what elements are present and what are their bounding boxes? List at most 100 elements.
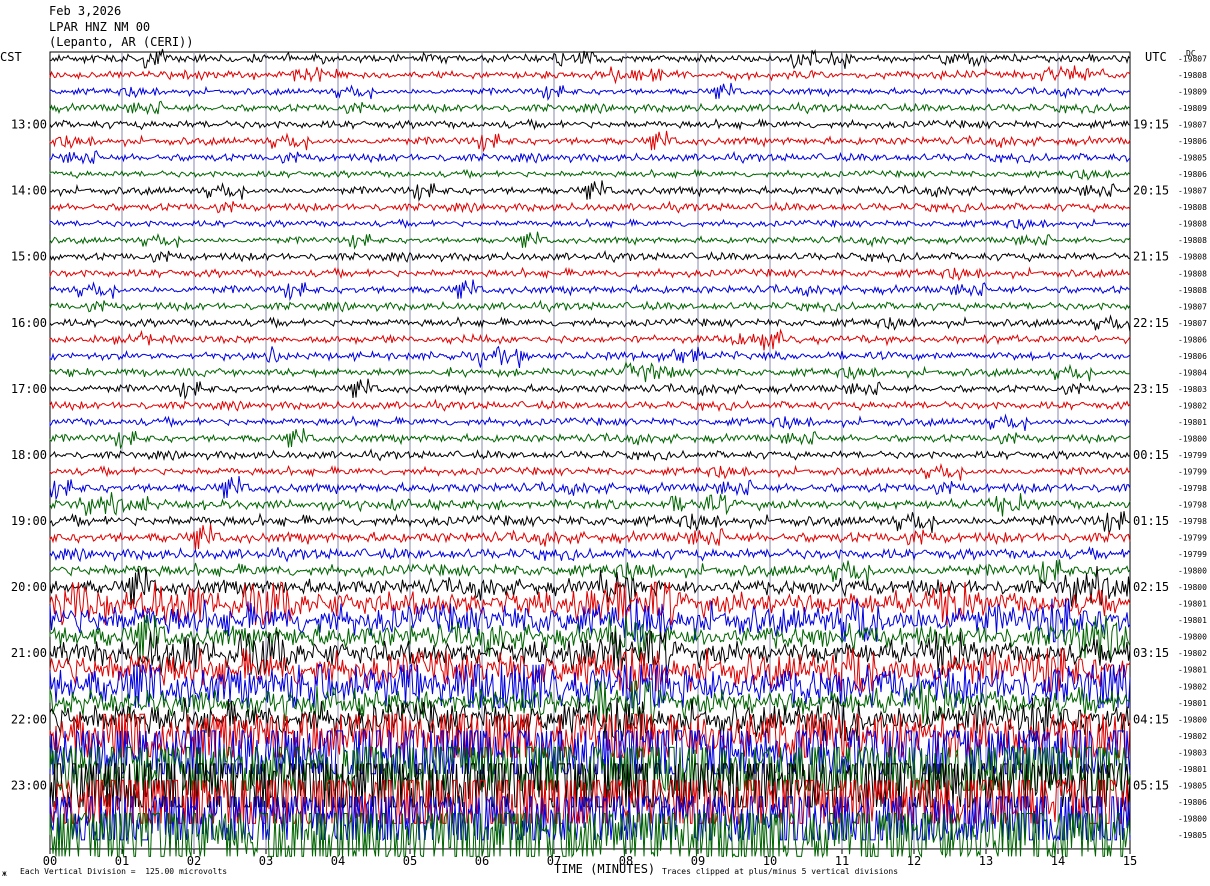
seismic-trace <box>49 279 1131 302</box>
helicorder-plot: 00 01 02 03 04 05 06 07 08 09 10 11 12 13 14 15-19807-1… <box>11 48 1207 868</box>
seismic-trace <box>49 378 1131 401</box>
seismic-trace <box>49 511 1131 534</box>
dc-offset-label: -19799 <box>1178 451 1207 460</box>
dc-offset-label: -19802 <box>1178 401 1207 410</box>
x-tick-label: 14 <box>1051 854 1065 868</box>
seismic-trace <box>49 523 1131 550</box>
seismic-trace <box>49 130 1131 153</box>
dc-offset-label: -19808 <box>1178 253 1207 262</box>
left-hour-label: 17:00 <box>11 382 47 396</box>
dc-offset-label: -19800 <box>1178 633 1207 642</box>
dc-offset-label: -19808 <box>1178 203 1207 212</box>
seismic-trace <box>49 398 1131 413</box>
corner-mark: ж <box>2 869 7 878</box>
dc-offset-label: -19798 <box>1178 501 1207 510</box>
left-hour-label: 23:00 <box>11 778 47 792</box>
seismic-trace <box>49 565 1131 609</box>
right-hour-label: 05:15 <box>1133 778 1169 792</box>
dc-offset-label: -19805 <box>1178 781 1207 790</box>
x-axis-title: TIME (MINUTES) <box>554 862 656 876</box>
dc-offset-label: -19804 <box>1178 368 1207 377</box>
x-tick-label: 15 <box>1123 854 1137 868</box>
left-hour-label: 21:00 <box>11 646 47 660</box>
dc-offset-label: -19803 <box>1178 385 1207 394</box>
seismic-trace <box>49 65 1131 85</box>
dc-offset-label: -19799 <box>1178 534 1207 543</box>
right-hour-label: 22:15 <box>1133 316 1169 330</box>
dc-offset-label: -19807 <box>1178 319 1207 328</box>
clip-note: Traces clipped at plus/minus 5 vertical … <box>662 867 899 876</box>
seismic-trace <box>49 168 1131 181</box>
dc-offset-label: -19807 <box>1178 55 1207 64</box>
left-hour-label: 14:00 <box>11 184 47 198</box>
dc-offset-label: -19801 <box>1178 616 1207 625</box>
dc-offset-label: -19806 <box>1178 798 1207 807</box>
right-hour-label: 03:15 <box>1133 646 1169 660</box>
left-hour-label: 20:00 <box>11 580 47 594</box>
right-hour-label: 20:15 <box>1133 184 1169 198</box>
seismic-trace <box>49 328 1131 351</box>
x-tick-label: 01 <box>115 854 129 868</box>
x-tick-label: 13 <box>979 854 993 868</box>
seismic-trace <box>49 476 1131 500</box>
right-hour-label: 00:15 <box>1133 448 1169 462</box>
dc-offset-label: -19806 <box>1178 170 1207 179</box>
dc-offset-label: -19798 <box>1178 517 1207 526</box>
dc-offset-label: -19808 <box>1178 71 1207 80</box>
right-hour-label: 04:15 <box>1133 712 1169 726</box>
left-hour-label: 18:00 <box>11 448 47 462</box>
seismic-trace <box>49 231 1131 250</box>
seismic-trace <box>49 118 1131 131</box>
seismic-trace <box>49 180 1131 202</box>
dc-offset-label: -19808 <box>1178 286 1207 295</box>
dc-offset-label: -19808 <box>1178 269 1207 278</box>
seismic-trace <box>49 546 1131 563</box>
seismic-trace <box>49 428 1131 450</box>
dc-offset-label: -19801 <box>1178 699 1207 708</box>
dc-offset-label: -19798 <box>1178 484 1207 493</box>
left-hour-label: 15:00 <box>11 250 47 264</box>
x-tick-label: 02 <box>187 854 201 868</box>
dc-offset-label: -19801 <box>1178 666 1207 675</box>
seismic-trace <box>49 250 1131 264</box>
left-hour-label: 16:00 <box>11 316 47 330</box>
x-tick-label: 09 <box>691 854 705 868</box>
x-tick-label: 00 <box>43 854 57 868</box>
dc-offset-label: -19805 <box>1178 154 1207 163</box>
right-hour-label: 02:15 <box>1133 580 1169 594</box>
seismic-trace <box>49 462 1131 481</box>
dc-offset-label: -19800 <box>1178 434 1207 443</box>
seismic-trace <box>49 361 1131 383</box>
seismic-trace <box>49 581 1131 626</box>
seismic-trace <box>49 345 1131 368</box>
seismic-trace <box>49 314 1131 332</box>
dc-offset-label: -19803 <box>1178 748 1207 757</box>
seismic-trace <box>49 266 1131 282</box>
dc-offset-label: -19800 <box>1178 583 1207 592</box>
left-hour-label: 13:00 <box>11 118 47 132</box>
dc-offset-label: -19807 <box>1178 302 1207 311</box>
left-hour-label: 22:00 <box>11 712 47 726</box>
seismic-trace <box>49 299 1131 314</box>
seismic-trace <box>49 559 1131 585</box>
dc-offset-label: -19801 <box>1178 418 1207 427</box>
dc-offset-label: -19800 <box>1178 567 1207 576</box>
x-tick-label: 12 <box>907 854 921 868</box>
dc-offset-label: -19802 <box>1178 649 1207 658</box>
dc-offset-label: -19800 <box>1178 715 1207 724</box>
seismic-trace <box>49 200 1131 214</box>
seismic-trace <box>49 150 1131 165</box>
dc-offset-label: -19800 <box>1178 814 1207 823</box>
seismic-trace <box>49 448 1131 462</box>
right-hour-label: 23:15 <box>1133 382 1169 396</box>
dc-offset-label: -19808 <box>1178 220 1207 229</box>
seismic-trace <box>49 218 1131 231</box>
dc-offset-label: -19808 <box>1178 236 1207 245</box>
seismic-trace <box>49 413 1131 431</box>
scale-note: Each Vertical Division = 125.00 microvol… <box>20 867 228 876</box>
dc-offset-label: -19806 <box>1178 352 1207 361</box>
dc-offset-label: -19805 <box>1178 831 1207 840</box>
dc-offset-label: -19806 <box>1178 137 1207 146</box>
dc-offset-label: -19807 <box>1178 187 1207 196</box>
dc-offset-label: -19801 <box>1178 765 1207 774</box>
